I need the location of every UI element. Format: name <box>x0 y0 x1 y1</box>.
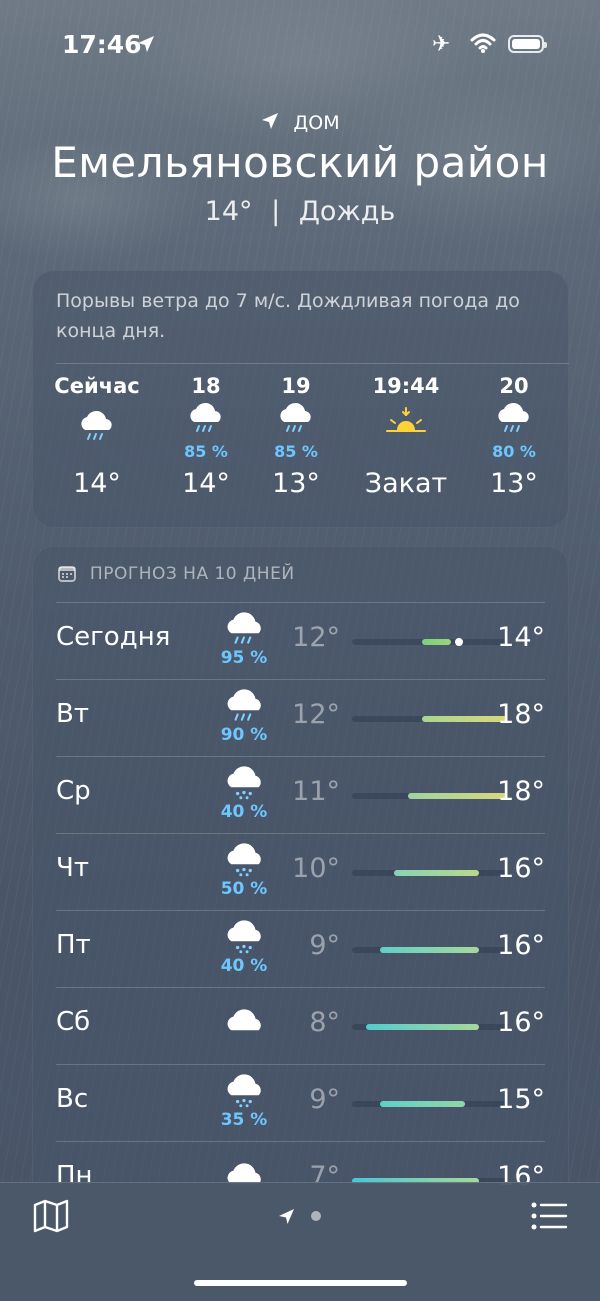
high-temp: 16° <box>497 1007 545 1038</box>
status-bar: 17:46 ✈ <box>0 28 600 62</box>
divider <box>56 910 545 911</box>
day-row[interactable]: Пт 40 % 9° 16° <box>56 910 545 987</box>
day-row[interactable]: Ср 40 % 11° 18° <box>56 756 545 833</box>
day-name: Вс <box>56 1084 89 1114</box>
ten-day-title: ПРОГНОЗ НА 10 ДНЕЙ <box>89 564 295 584</box>
low-temp: 10° <box>292 853 340 884</box>
hour-label: 19:44 <box>372 374 440 398</box>
rain-cloud-icon: 80 % <box>464 402 564 461</box>
airplane-icon: ✈ <box>432 32 451 57</box>
day-row[interactable]: Вс 35 % 9° 15° <box>56 1064 545 1141</box>
day-name: Вт <box>56 699 89 729</box>
day-name: Ср <box>56 776 91 806</box>
home-indicator <box>194 1280 407 1286</box>
battery-icon <box>508 35 547 53</box>
page-dot-icon <box>311 1211 321 1221</box>
divider <box>56 1141 545 1142</box>
low-temp: 9° <box>309 930 340 961</box>
hour-item: 20 80 % 13° <box>464 374 564 499</box>
low-temp: 9° <box>309 1084 340 1115</box>
high-temp: 15° <box>497 1084 545 1115</box>
rain-cloud-icon <box>227 689 261 721</box>
day-name: Сб <box>56 1007 91 1037</box>
rain-cloud-icon <box>47 404 147 454</box>
day-row[interactable]: Чт 50 % 10° 16° <box>56 833 545 910</box>
separator: | <box>271 196 281 227</box>
temp-range-bar <box>380 1101 465 1107</box>
ten-day-forecast-card[interactable]: ПРОГНОЗ НА 10 ДНЕЙ Сегодня 95 % 12° 14° Вт 90… <box>32 546 569 1246</box>
calendar-icon <box>58 566 76 582</box>
drizzle-cloud-icon <box>227 1074 261 1108</box>
wifi-icon <box>470 33 496 53</box>
location-home-label: ДОМ <box>0 110 600 135</box>
divider <box>56 756 545 757</box>
hour-temp: 13° <box>490 468 538 499</box>
low-temp: 11° <box>292 776 340 807</box>
home-label: ДОМ <box>293 112 340 134</box>
hour-temp: 14° <box>73 468 121 499</box>
rain-cloud-icon <box>227 612 261 644</box>
precip-chance: 85 % <box>274 442 318 461</box>
condition-text: Дождь <box>298 196 396 227</box>
rain-cloud-icon: 85 % <box>156 402 256 461</box>
current-temp: 14° <box>204 196 253 227</box>
cloud-icon <box>227 1009 261 1031</box>
bottom-toolbar <box>0 1182 600 1301</box>
map-icon[interactable] <box>32 1199 70 1233</box>
precip-chance: 80 % <box>492 442 536 461</box>
hour-item: 19 85 % 13° <box>246 374 346 499</box>
day-name: Сегодня <box>56 622 171 652</box>
day-name: Чт <box>56 853 89 883</box>
hour-item: 18 85 % 14° <box>156 374 256 499</box>
divider <box>56 363 569 364</box>
location-arrow-icon <box>138 36 154 52</box>
forecast-summary: Порывы ветра до 7 м/с. Дождливая погода … <box>56 290 520 342</box>
high-temp: 16° <box>497 853 545 884</box>
day-row[interactable]: Сегодня 95 % 12° 14° <box>56 602 545 679</box>
low-temp: 8° <box>309 1007 340 1038</box>
low-temp: 12° <box>292 699 340 730</box>
divider <box>56 833 545 834</box>
day-name: Пт <box>56 930 91 960</box>
city-name: Емельяновский район <box>51 138 549 187</box>
temp-range-bar <box>422 639 451 645</box>
divider <box>56 602 545 603</box>
hour-temp: 13° <box>272 468 320 499</box>
location-arrow-icon <box>279 1209 294 1224</box>
high-temp: 14° <box>497 622 545 653</box>
list-icon[interactable] <box>530 1201 568 1231</box>
sunset-label: Закат <box>364 468 448 499</box>
temp-range-bar <box>380 947 479 953</box>
temp-range-bar <box>394 870 479 876</box>
hour-item: 19:44 Закат <box>356 374 456 499</box>
status-time: 17:46 <box>62 30 142 59</box>
high-temp: 18° <box>497 699 545 730</box>
hour-item: Сейчас 14° <box>47 374 147 499</box>
hour-label: Сейчас <box>54 374 140 398</box>
day-row[interactable]: Вт 90 % 12° 18° <box>56 679 545 756</box>
high-temp: 16° <box>497 930 545 961</box>
temp-range-bar <box>366 1024 479 1030</box>
hour-temp: 14° <box>182 468 230 499</box>
sunset-icon <box>356 404 456 454</box>
current-conditions: 14° | Дождь <box>0 196 600 227</box>
drizzle-cloud-icon <box>227 920 261 954</box>
low-temp: 12° <box>292 622 340 653</box>
location-arrow-icon <box>262 113 279 129</box>
high-temp: 18° <box>497 776 545 807</box>
precip-chance: 85 % <box>184 442 228 461</box>
day-row[interactable]: Сб 8° 16° <box>56 987 545 1064</box>
divider <box>56 679 545 680</box>
divider <box>56 987 545 988</box>
rain-cloud-icon: 85 % <box>246 402 346 461</box>
drizzle-cloud-icon <box>227 843 261 877</box>
ten-day-header: ПРОГНОЗ НА 10 ДНЕЙ <box>58 564 295 584</box>
page-indicator[interactable] <box>276 1205 326 1227</box>
hourly-forecast-card[interactable]: Порывы ветра до 7 м/с. Дождливая погода … <box>32 270 569 528</box>
divider <box>56 1064 545 1065</box>
current-temp-dot <box>454 638 463 646</box>
drizzle-cloud-icon <box>227 766 261 800</box>
